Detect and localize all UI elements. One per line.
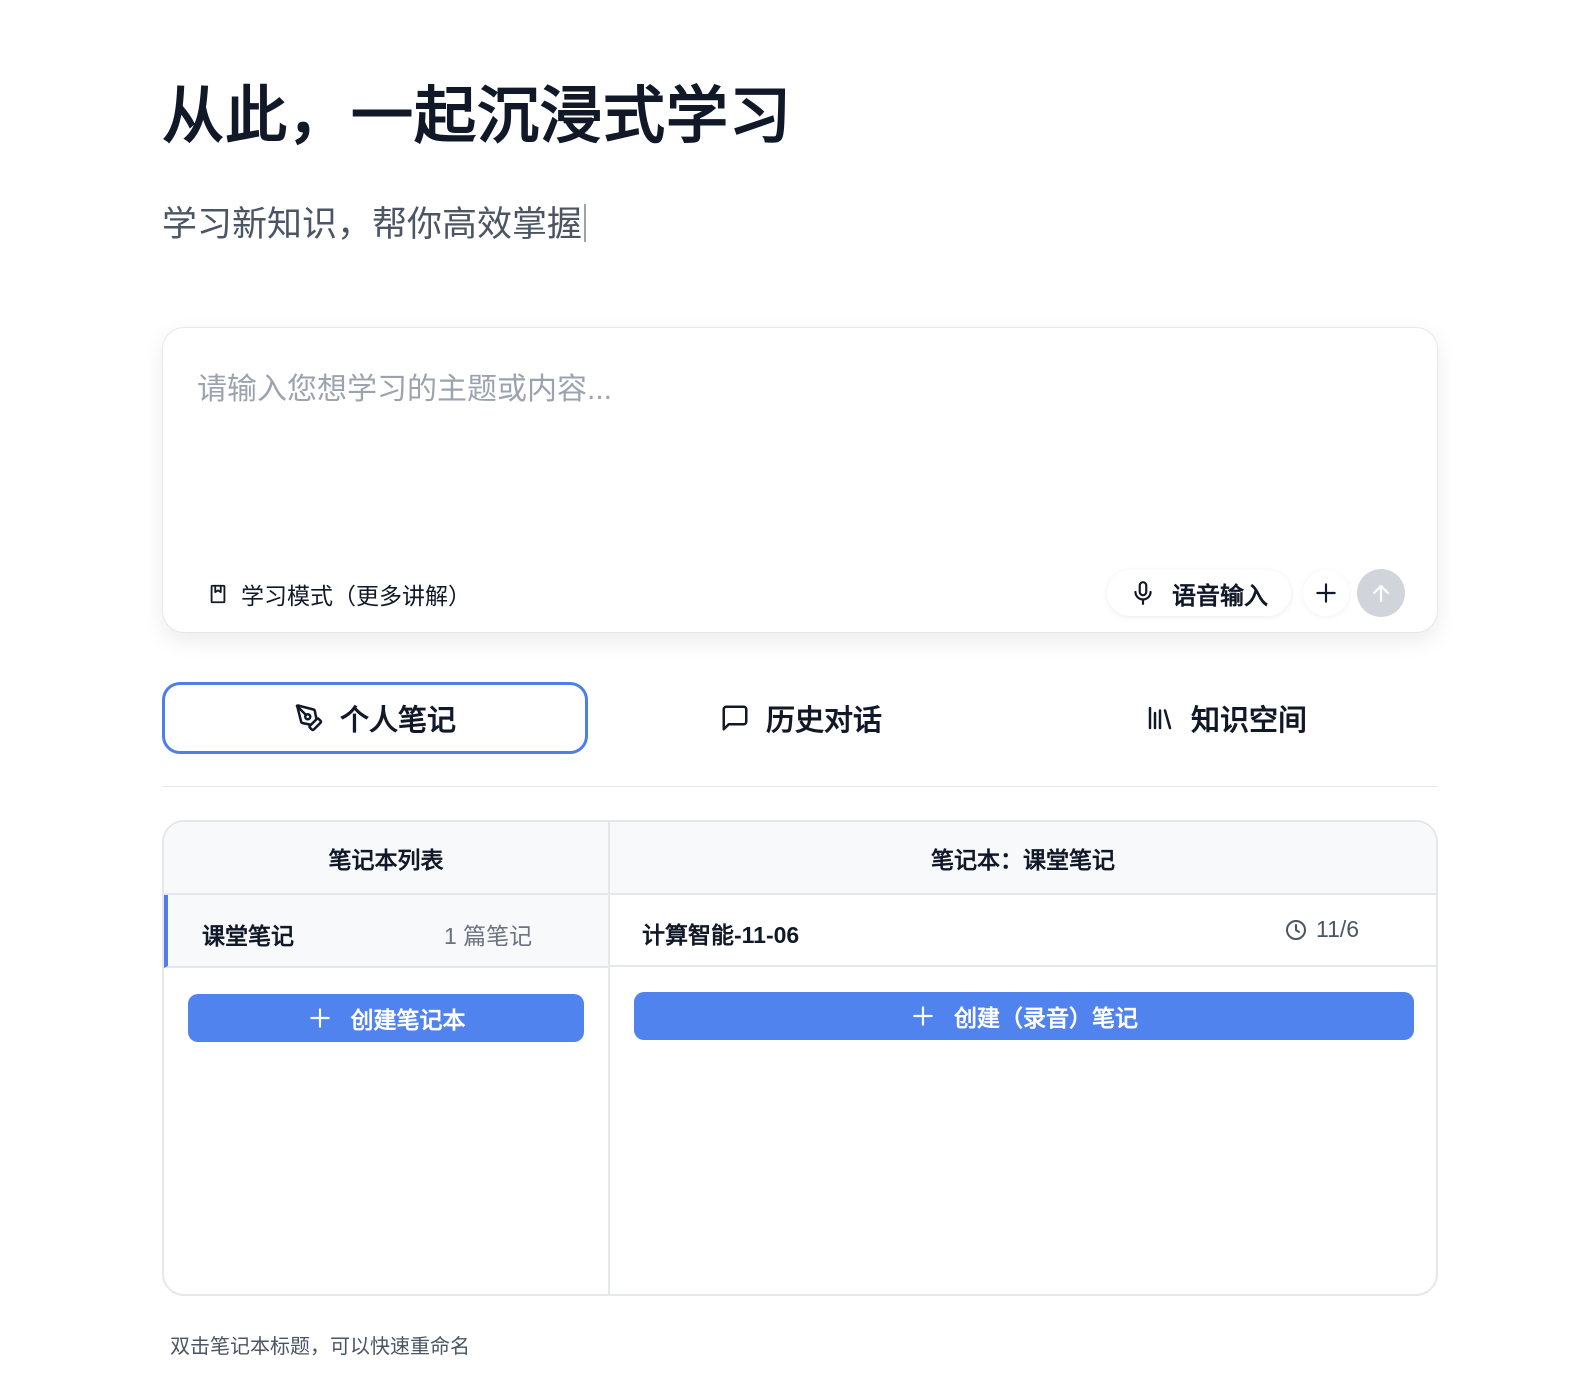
- notebook-list-column: 笔记本列表 课堂笔记 1 篇笔记 创建笔记本: [164, 822, 610, 1294]
- send-button[interactable]: [1357, 569, 1405, 617]
- note-date: 11/6: [1284, 916, 1359, 943]
- library-icon: [1145, 703, 1175, 733]
- notes-column: 笔记本：课堂笔记 计算智能-11-06 11/6 创建（录音）笔记: [610, 822, 1436, 1294]
- arrow-up-icon: [1369, 581, 1393, 605]
- typing-caret: [584, 204, 587, 242]
- notebook-note-count: 1 篇笔记: [444, 923, 533, 949]
- notebook-name: 课堂笔记: [202, 923, 294, 949]
- tab-knowledge-space[interactable]: 知识空间: [1014, 682, 1438, 754]
- create-notebook-button[interactable]: 创建笔记本: [188, 994, 584, 1042]
- tab-label: 历史对话: [765, 705, 882, 737]
- create-notebook-label: 创建笔记本: [350, 1007, 466, 1033]
- voice-input-label: 语音输入: [1172, 582, 1268, 610]
- add-attachment-button[interactable]: [1303, 570, 1349, 616]
- plus-icon: [1313, 580, 1339, 606]
- prompt-composer: 学习模式（更多讲解） 语音输入: [162, 327, 1438, 633]
- page-title: 从此，一起沉浸式学习: [162, 79, 793, 152]
- study-mode-toggle[interactable]: 学习模式（更多讲解）: [207, 574, 471, 614]
- tab-label: 知识空间: [1190, 705, 1307, 737]
- create-recording-note-button[interactable]: 创建（录音）笔记: [634, 992, 1414, 1040]
- topic-input[interactable]: [197, 364, 1397, 544]
- tab-personal-notes[interactable]: 个人笔记: [162, 682, 588, 754]
- notes-header: 笔记本：课堂笔记: [610, 822, 1436, 895]
- note-item[interactable]: 计算智能-11-06 11/6: [610, 895, 1436, 967]
- bookmark-icon: [207, 583, 229, 605]
- note-date-text: 11/6: [1316, 916, 1360, 942]
- subtitle-text: 学习新知识，帮你高效掌握: [162, 205, 583, 245]
- pen-tool-icon: [294, 703, 324, 733]
- note-title: 计算智能-11-06: [642, 922, 800, 948]
- notebook-item[interactable]: 课堂笔记 1 篇笔记: [164, 895, 608, 968]
- clock-icon: [1284, 918, 1308, 942]
- study-mode-label: 学习模式（更多讲解）: [241, 583, 471, 609]
- message-square-icon: [720, 703, 750, 733]
- tabs-divider: [162, 786, 1438, 787]
- notes-panel: 笔记本列表 课堂笔记 1 篇笔记 创建笔记本 笔记本：课堂笔记 计算智能-11-…: [162, 820, 1438, 1296]
- rename-hint: 双击笔记本标题，可以快速重命名: [170, 1336, 470, 1358]
- mode-tabs: 个人笔记 历史对话 知识空间: [162, 682, 1438, 754]
- page-subtitle: 学习新知识，帮你高效掌握: [162, 202, 587, 248]
- tab-history-chats[interactable]: 历史对话: [588, 682, 1014, 754]
- plus-icon: [307, 1005, 333, 1031]
- plus-icon: [910, 1003, 936, 1029]
- create-note-label: 创建（录音）笔记: [954, 1005, 1138, 1031]
- notebook-list-header: 笔记本列表: [164, 822, 608, 895]
- tab-label: 个人笔记: [339, 705, 456, 737]
- microphone-icon: [1130, 580, 1156, 606]
- voice-input-button[interactable]: 语音输入: [1107, 570, 1291, 616]
